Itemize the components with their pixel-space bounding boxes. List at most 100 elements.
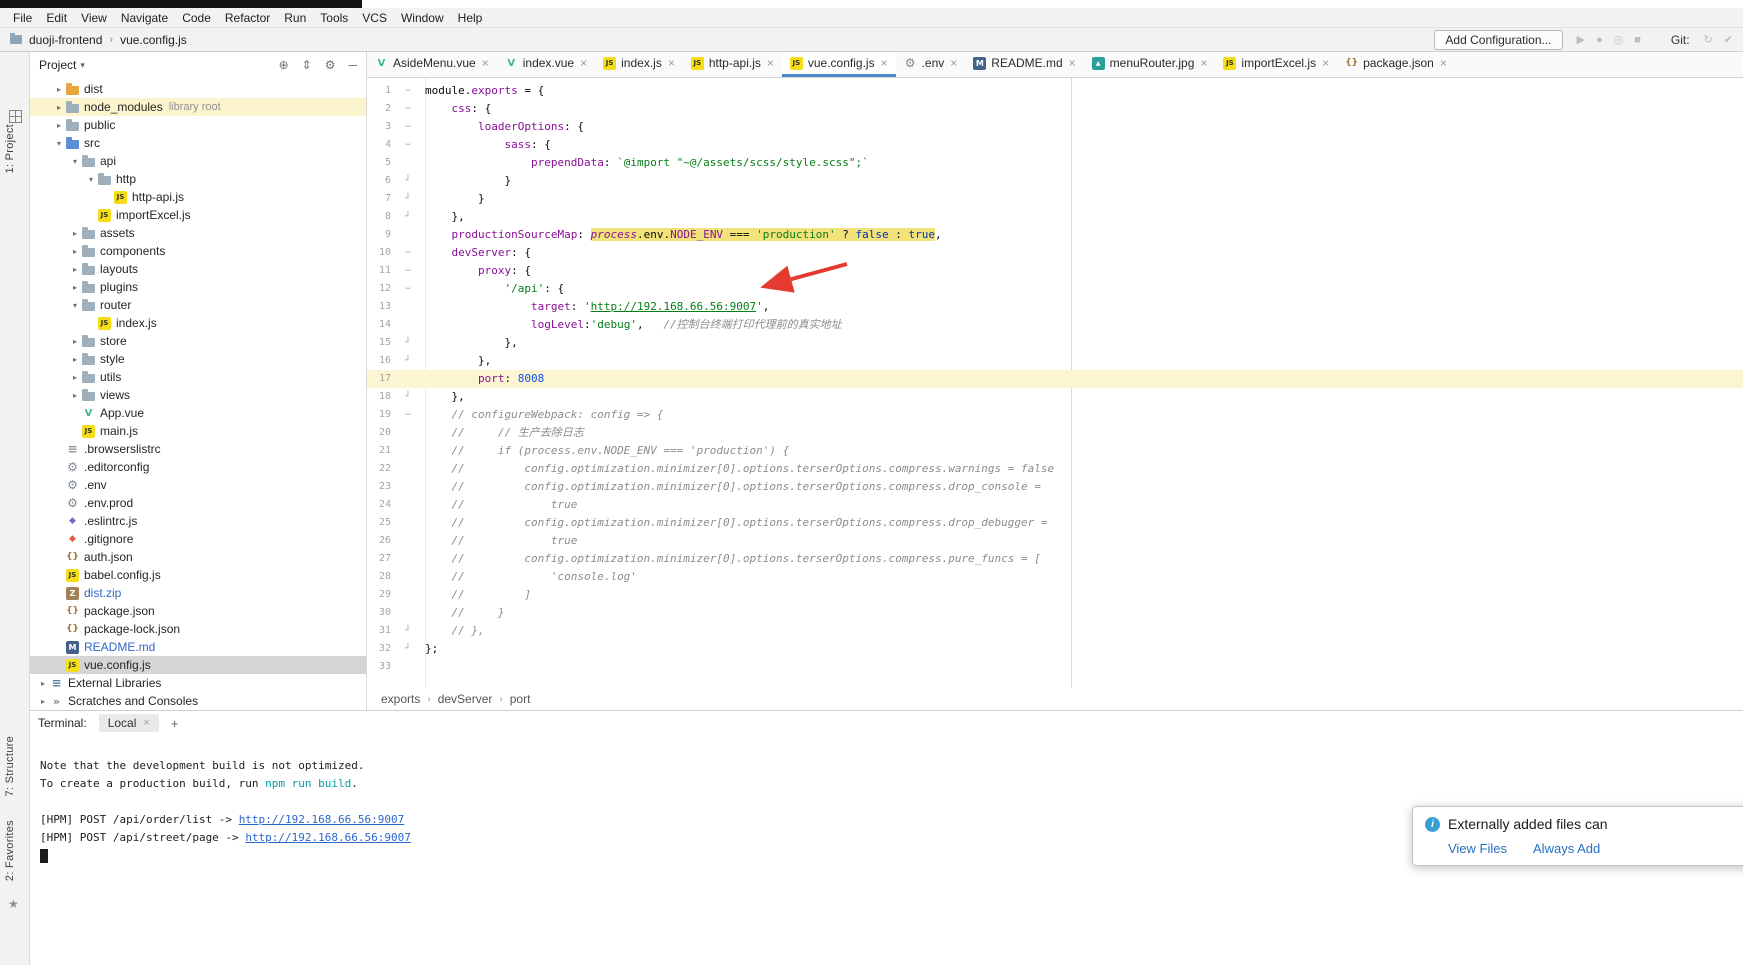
tree-item-public[interactable]: ▸public	[30, 116, 366, 134]
menu-view[interactable]: View	[74, 9, 114, 27]
close-icon[interactable]: ×	[881, 56, 888, 70]
tab-index-js[interactable]: index.js×	[595, 52, 683, 77]
fold-marker[interactable]: −	[391, 136, 425, 154]
tab-env[interactable]: .env×	[896, 52, 966, 77]
fold-marker[interactable]: −	[391, 118, 425, 136]
tree-item-auth-json[interactable]: auth.json	[30, 548, 366, 566]
tree-item-dist-zip[interactable]: dist.zip	[30, 584, 366, 602]
chevron-down-icon[interactable]: ▾	[68, 157, 82, 166]
expand-collapse-icon[interactable]: ⇕	[302, 58, 312, 72]
tree-item-style[interactable]: ▸style	[30, 350, 366, 368]
fold-marker[interactable]: −	[391, 244, 425, 262]
menu-run[interactable]: Run	[277, 9, 313, 27]
tree-item-package-lock-json[interactable]: package-lock.json	[30, 620, 366, 638]
chevron-right-icon[interactable]: ▸	[36, 697, 50, 706]
chevron-down-icon[interactable]: ▾	[80, 60, 85, 71]
tree-item-dist[interactable]: ▸dist	[30, 80, 366, 98]
project-panel-title[interactable]: Project	[39, 58, 76, 72]
fold-marker[interactable]: ┘	[391, 388, 425, 406]
tab-package-json[interactable]: package.json×	[1337, 52, 1455, 77]
tree-item-vue-config-js[interactable]: vue.config.js	[30, 656, 366, 674]
chevron-right-icon[interactable]: ▸	[68, 229, 82, 238]
tree-item-views[interactable]: ▸views	[30, 386, 366, 404]
tree-item-main-js[interactable]: main.js	[30, 422, 366, 440]
add-configuration-button[interactable]: Add Configuration...	[1434, 30, 1562, 50]
tree-item-app-vue[interactable]: App.vue	[30, 404, 366, 422]
tree-item-src[interactable]: ▾src	[30, 134, 366, 152]
tool-button-project[interactable]: 1: Project	[4, 124, 16, 173]
fold-marker[interactable]: −	[391, 82, 425, 100]
menu-refactor[interactable]: Refactor	[218, 9, 277, 27]
debug-icon[interactable]: ●	[1596, 34, 1603, 46]
code-editor[interactable]: 1−module.exports = {2− css: {3− loaderOp…	[367, 78, 1743, 688]
fold-marker[interactable]: −	[391, 100, 425, 118]
chevron-right-icon[interactable]: ▸	[68, 373, 82, 382]
close-icon[interactable]: ×	[1200, 56, 1207, 70]
tree-item-browserslistrc[interactable]: .browserslistrc	[30, 440, 366, 458]
breadcrumb-exports[interactable]: exports	[381, 692, 420, 706]
chevron-right-icon[interactable]: ▸	[68, 337, 82, 346]
fold-marker[interactable]: −	[391, 280, 425, 298]
fold-marker[interactable]: −	[391, 262, 425, 280]
close-icon[interactable]: ×	[482, 56, 489, 70]
coverage-icon[interactable]: ◎	[1614, 33, 1624, 46]
always-add-link[interactable]: Always Add	[1533, 841, 1600, 856]
tab-readme-md[interactable]: README.md×	[965, 52, 1083, 77]
tab-menurouter-jpg[interactable]: menuRouter.jpg×	[1084, 52, 1216, 77]
terminal-link[interactable]: http://192.168.66.56:9007	[245, 831, 411, 844]
chevron-right-icon[interactable]: ▸	[68, 247, 82, 256]
fold-marker[interactable]: ┘	[391, 352, 425, 370]
chevron-down-icon[interactable]: ▾	[68, 301, 82, 310]
commit-icon[interactable]: ✔	[1724, 33, 1733, 46]
update-project-icon[interactable]: ↻	[1704, 33, 1713, 46]
tree-item-components[interactable]: ▸components	[30, 242, 366, 260]
tree-item-utils[interactable]: ▸utils	[30, 368, 366, 386]
menu-file[interactable]: File	[6, 9, 39, 27]
tree-item-env[interactable]: .env	[30, 476, 366, 494]
tree-item-plugins[interactable]: ▸plugins	[30, 278, 366, 296]
locate-icon[interactable]: ⊕	[279, 58, 289, 72]
chevron-right-icon[interactable]: ▸	[52, 121, 66, 130]
chevron-right-icon[interactable]: ▸	[36, 679, 50, 688]
run-icon[interactable]: ▶	[1577, 33, 1585, 46]
fold-marker[interactable]: ┘	[391, 334, 425, 352]
tree-item-readme-md[interactable]: README.md	[30, 638, 366, 656]
close-icon[interactable]: ×	[580, 56, 587, 70]
chevron-right-icon[interactable]: ▸	[52, 85, 66, 94]
tree-item-importexcel-js[interactable]: importExcel.js	[30, 206, 366, 224]
tree-item-api[interactable]: ▾api	[30, 152, 366, 170]
chevron-right-icon[interactable]: ▸	[68, 355, 82, 364]
fold-marker[interactable]: ┘	[391, 640, 425, 658]
tree-item-node-modules[interactable]: ▸node_moduleslibrary root	[30, 98, 366, 116]
favorites-star-icon[interactable]: ★	[8, 897, 19, 911]
fold-marker[interactable]: ┘	[391, 208, 425, 226]
stop-icon[interactable]: ■	[1634, 34, 1641, 46]
menu-tools[interactable]: Tools	[313, 9, 355, 27]
hide-icon[interactable]: ─	[348, 58, 357, 72]
close-icon[interactable]: ×	[668, 56, 675, 70]
tree-item-gitignore[interactable]: .gitignore	[30, 530, 366, 548]
fold-marker[interactable]: ┘	[391, 190, 425, 208]
tree-item-scratches-and-consoles[interactable]: ▸Scratches and Consoles	[30, 692, 366, 710]
close-icon[interactable]: ×	[950, 56, 957, 70]
breadcrumb-project[interactable]: duoji-frontend	[29, 33, 102, 47]
fold-marker[interactable]: ┘	[391, 172, 425, 190]
terminal-tab-local[interactable]: Local ×	[99, 714, 159, 732]
menu-vcs[interactable]: VCS	[355, 9, 394, 27]
settings-icon[interactable]: ⚙	[325, 58, 336, 72]
new-terminal-button[interactable]: +	[171, 716, 179, 731]
menu-window[interactable]: Window	[394, 9, 451, 27]
fold-marker[interactable]: ┘	[391, 622, 425, 640]
close-icon[interactable]: ×	[143, 717, 149, 729]
tool-button-structure[interactable]: 7: Structure	[4, 736, 16, 796]
tree-item-env-prod[interactable]: .env.prod	[30, 494, 366, 512]
chevron-right-icon[interactable]: ▸	[68, 283, 82, 292]
project-grid-icon[interactable]	[9, 110, 22, 123]
tree-item-index-js[interactable]: index.js	[30, 314, 366, 332]
close-icon[interactable]: ×	[767, 56, 774, 70]
chevron-right-icon[interactable]: ▸	[52, 103, 66, 112]
chevron-right-icon[interactable]: ▸	[68, 265, 82, 274]
breadcrumb-devserver[interactable]: devServer	[438, 692, 493, 706]
tree-item-http-api-js[interactable]: http-api.js	[30, 188, 366, 206]
menu-code[interactable]: Code	[175, 9, 218, 27]
